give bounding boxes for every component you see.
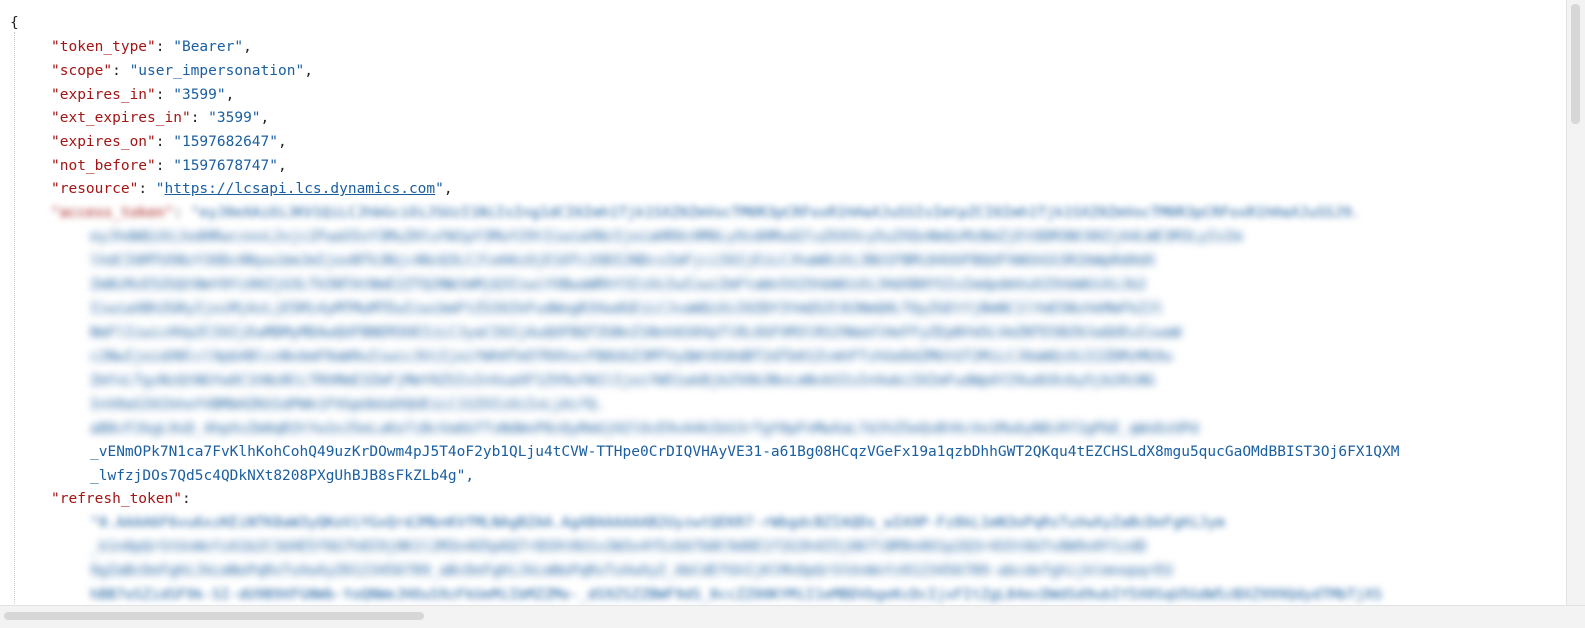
access-token-tail-line: _vENmOPk7N1ca7FvKlhKohCohQ49uzKrDOwm4pJ5… — [90, 444, 1400, 460]
access-token-line: aB8cF2kgL9sD_4hpXvZm0qR3tYw1nJ5eLuKo7iBc… — [90, 421, 1199, 437]
scrollbar-thumb[interactable] — [4, 612, 424, 620]
horizontal-scrollbar[interactable] — [0, 605, 1585, 628]
vertical-scrollbar[interactable] — [1566, 0, 1585, 628]
field-key: "expires_on" — [51, 134, 156, 150]
field-expires-on: "expires_on": "1597682647", — [51, 134, 287, 150]
refresh-token-line: _k1n0pQrStUvWxYzA1b2C3d4E5f6G7h8I9j0K1l2… — [90, 539, 1147, 555]
field-key: "ext_expires_in" — [51, 110, 191, 126]
refresh-token-line: hBB7oSZidSF9k-SI-dU9B9XFGNWb-YoQNWeJHOuS… — [90, 587, 1383, 603]
field-refresh-token-header: "refresh_token": — [51, 491, 191, 507]
field-value: "1597678747" — [173, 158, 278, 174]
resource-link[interactable]: https://lcsapi.lcs.dynamics.com — [165, 181, 436, 197]
access-token-line: c2NwIjoidXNlcl9pbXBlcnNvbmF0aW9uIiwic3Vi… — [90, 349, 1173, 365]
access-token-first-line: "eyJ0eXAiOiJKV1QiLCJhbGciOiJSUzI1NiIsIng… — [190, 205, 1361, 221]
field-ext-expires-in: "ext_expires_in": "3599", — [51, 110, 270, 126]
field-key: "access_token" — [51, 205, 174, 221]
refresh-token-line: 9gZaBcDeFgHiJkLmNoPqRsTuVwXyZ0123456789_… — [90, 563, 1173, 579]
field-scope: "scope": "user_impersonation", — [51, 63, 313, 79]
field-value: "1597682647" — [173, 134, 278, 150]
access-token-line: eyJhdWQiOiJodHRwczovL2xjc2FwaS5sY3MuZHlu… — [90, 229, 1243, 245]
field-key: "scope" — [51, 63, 113, 79]
field-resource: "resource": "https://lcsapi.lcs.dynamics… — [51, 181, 453, 197]
refresh-token-line: "0.AAAA6F6vu6xzKEiNTK8aW3yQKoViYGxQrdJMb… — [90, 515, 1225, 531]
access-token-line: ZmYxLTgzNzQtNGYwOC1hNzNlLTRhMmE3ZmFjMmY0… — [90, 373, 1156, 389]
access-token-line: NmFlIiwicHVpZCI6IjEwMDMyMDAwQUFBNEM3OEIi… — [90, 325, 1182, 341]
field-value: "3599" — [208, 110, 261, 126]
field-key: "refresh_token" — [51, 491, 182, 507]
field-access-token-header: "access_token": "eyJ0eXAiOiJKV1QiLCJhbGc… — [51, 205, 1361, 221]
field-value: "user_impersonation" — [129, 63, 305, 79]
field-token-type: "token_type": "Bearer", — [51, 39, 252, 55]
indent-guide — [14, 32, 16, 604]
field-not-before: "not_before": "1597678747", — [51, 158, 287, 174]
access-token-line: ZmNiMzE5ZGQtNmY0Yi00ZjU3LTk5NTAtNmE2ZTQ2… — [90, 277, 1147, 293]
field-key: "token_type" — [51, 39, 156, 55]
field-value: "3599" — [173, 87, 226, 103]
field-expires-in: "expires_in": "3599", — [51, 87, 235, 103]
json-viewer: { "token_type": "Bearer", "scope": "user… — [0, 0, 1567, 605]
access-token-line: InV0aSI6IkhoYVBMbHZKU1dPWk1FVGpUbGdXQUEi… — [90, 397, 606, 413]
access-token-line: IiwiaXBhZGRyIjoiMjAzLjE5Mi4yMTMuMTEwIiwi… — [90, 301, 1164, 317]
access-token-line: lhdCI6MTU5NzY3ODc0NywibmJmIjoxNTk3Njc4Nz… — [90, 253, 1156, 269]
field-value: "Bearer" — [173, 39, 244, 55]
open-brace: { — [10, 15, 19, 31]
field-key: "resource" — [51, 181, 139, 197]
field-key: "expires_in" — [51, 87, 156, 103]
scrollbar-thumb[interactable] — [1571, 4, 1580, 124]
access-token-tail-line: _lwfzjDOs7Qd5c4QDkNXt8208PXgUhBJB8sFkZLb… — [90, 468, 475, 484]
field-key: "not_before" — [51, 158, 156, 174]
